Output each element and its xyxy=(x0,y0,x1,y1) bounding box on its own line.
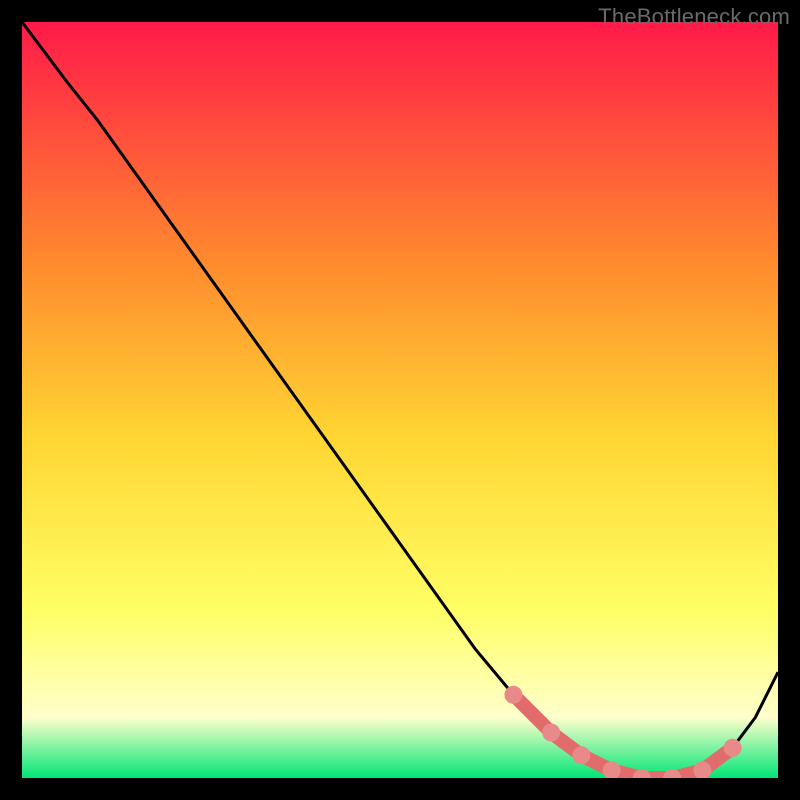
bottleneck-chart-svg xyxy=(22,22,778,778)
gradient-background xyxy=(22,22,778,778)
watermark-text: TheBottleneck.com xyxy=(598,4,790,30)
plot-area xyxy=(22,22,778,778)
highlight-dot xyxy=(542,724,560,742)
highlight-dot xyxy=(504,686,522,704)
highlight-dot xyxy=(572,746,590,764)
chart-stage: { "watermark": "TheBottleneck.com", "col… xyxy=(0,0,800,800)
highlight-dot xyxy=(724,739,742,757)
